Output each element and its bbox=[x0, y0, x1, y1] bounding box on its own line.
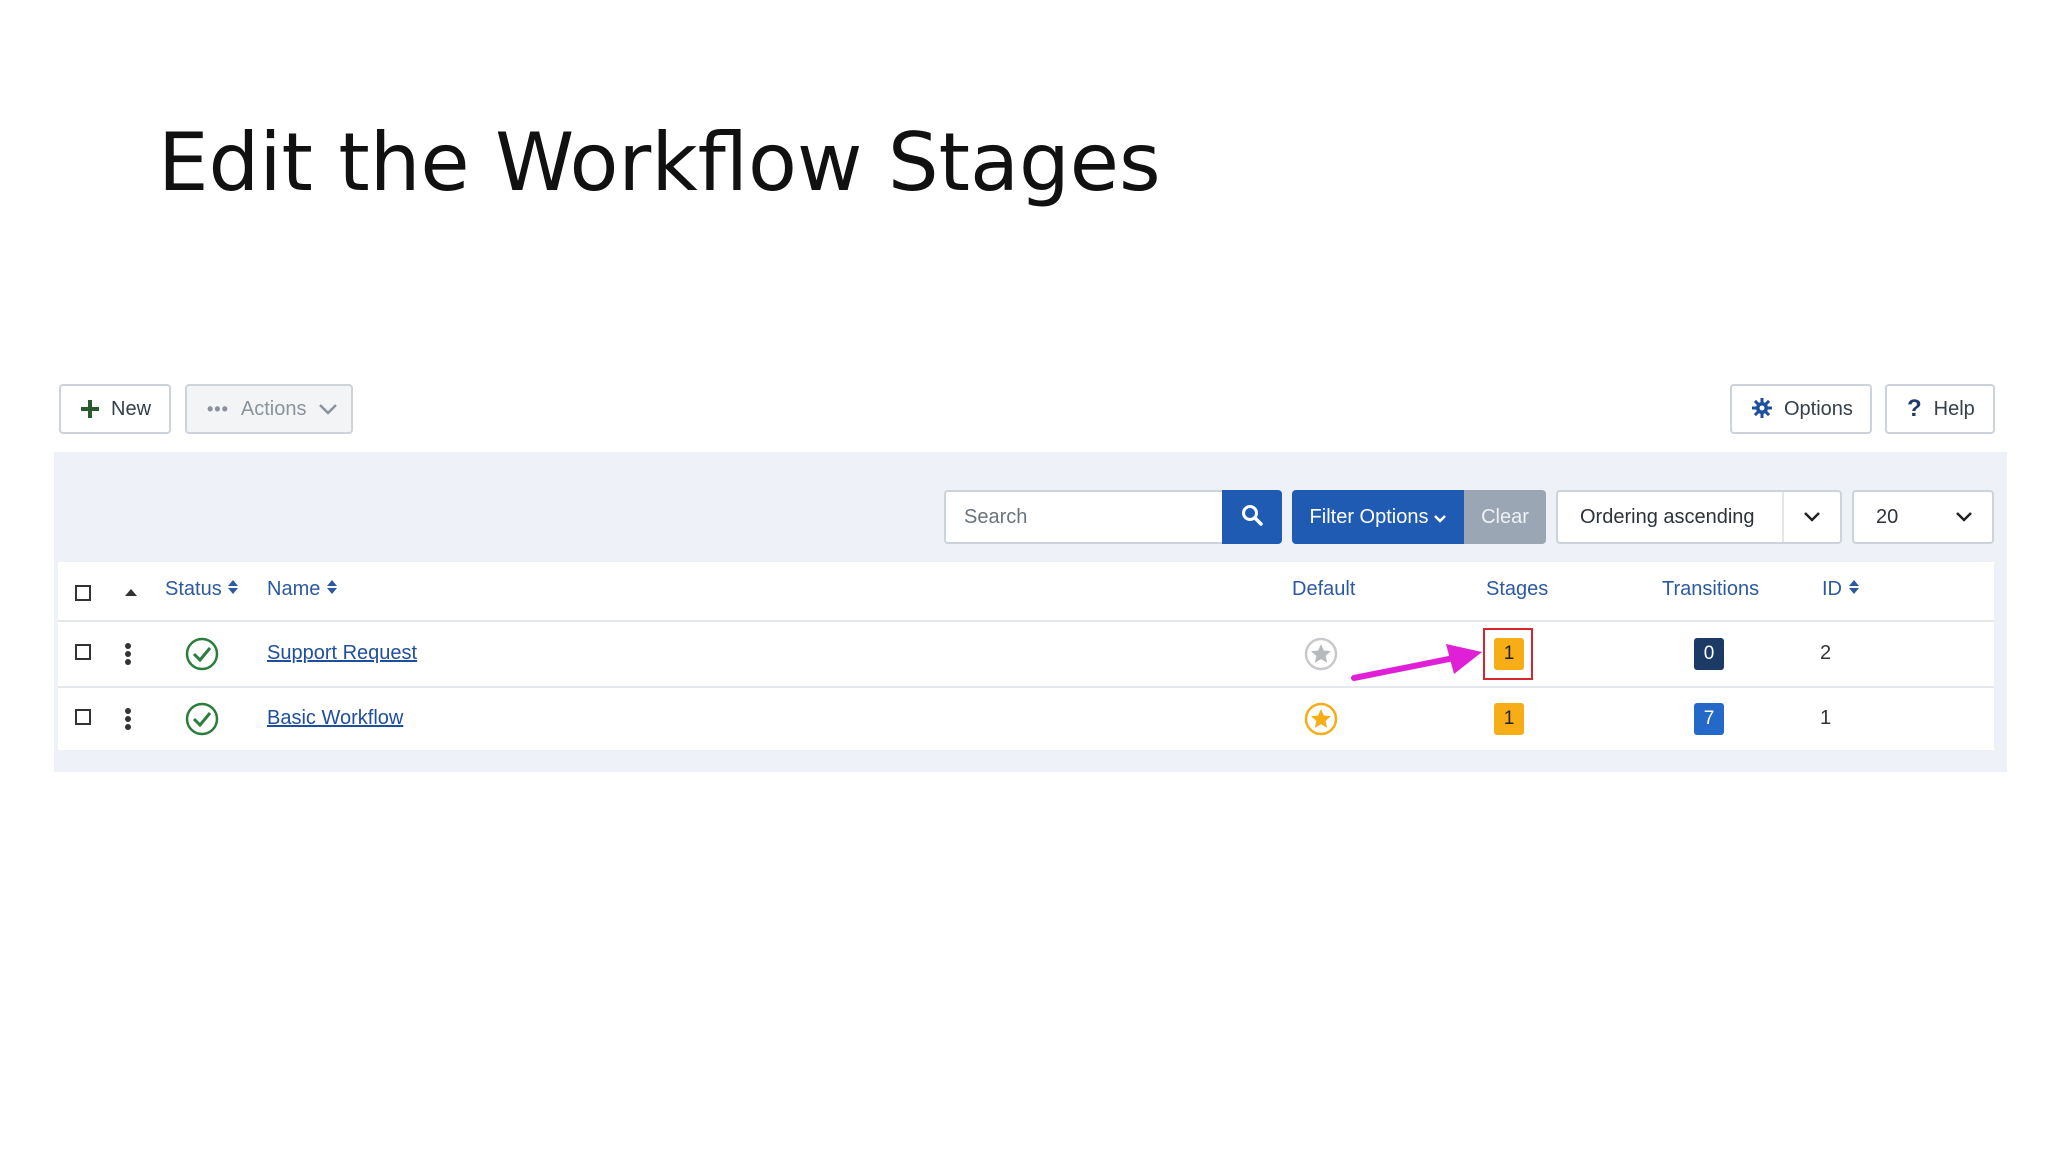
annotation-highlight-box bbox=[1483, 628, 1533, 680]
row-checkbox[interactable] bbox=[75, 644, 91, 660]
row-checkbox[interactable] bbox=[75, 709, 91, 725]
chevron-down-icon bbox=[1784, 492, 1840, 542]
id-header[interactable]: ID bbox=[1822, 578, 1860, 601]
row-divider bbox=[58, 686, 1994, 688]
options-button-label: Options bbox=[1784, 397, 1853, 420]
transitions-count-badge[interactable]: 0 bbox=[1694, 638, 1724, 670]
ordering-sort-toggle[interactable] bbox=[124, 580, 138, 603]
list-limit-value: 20 bbox=[1876, 505, 1899, 528]
filter-options-button[interactable]: Filter Options bbox=[1292, 490, 1464, 544]
workflow-name-link[interactable]: Support Request bbox=[267, 642, 417, 665]
chevron-down-icon bbox=[1434, 506, 1447, 529]
caret-up-icon bbox=[125, 589, 137, 596]
default-toggle[interactable] bbox=[1304, 702, 1338, 741]
default-toggle[interactable] bbox=[1304, 637, 1338, 676]
new-button-label: New bbox=[111, 397, 152, 420]
question-icon: ? bbox=[1907, 395, 1922, 422]
id-header-label: ID bbox=[1822, 578, 1842, 600]
id-cell: 2 bbox=[1820, 642, 1832, 664]
arrow-icon bbox=[1351, 644, 1482, 681]
search-placeholder: Search bbox=[964, 505, 1028, 528]
filter-options-label: Filter Options bbox=[1309, 505, 1429, 528]
help-button-label: Help bbox=[1933, 397, 1975, 420]
help-button[interactable]: ? Help bbox=[1885, 384, 1995, 434]
status-header-label: Status bbox=[165, 578, 222, 600]
name-header[interactable]: Name bbox=[267, 578, 338, 601]
star-icon bbox=[1304, 702, 1338, 736]
transitions-count-badge[interactable]: 7 bbox=[1694, 703, 1724, 735]
clear-button[interactable]: Clear bbox=[1464, 490, 1546, 544]
row-divider bbox=[58, 620, 1994, 622]
chevron-down-icon bbox=[1936, 492, 1992, 542]
default-header: Default bbox=[1292, 578, 1356, 600]
kebab-icon[interactable] bbox=[125, 708, 131, 732]
search-button[interactable] bbox=[1222, 490, 1282, 544]
workflow-name-link[interactable]: Basic Workflow bbox=[267, 707, 403, 730]
id-cell: 1 bbox=[1820, 707, 1832, 729]
gear-icon bbox=[1752, 394, 1772, 425]
select-all-checkbox[interactable] bbox=[75, 585, 91, 601]
ordering-select[interactable]: Ordering ascending bbox=[1556, 490, 1842, 544]
ordering-value: Ordering ascending bbox=[1580, 505, 1755, 528]
search-icon bbox=[1241, 504, 1263, 531]
search-input[interactable]: Search bbox=[944, 490, 1222, 544]
slide-title: Edit the Workflow Stages bbox=[158, 116, 1161, 209]
status-published-button[interactable] bbox=[185, 637, 219, 676]
options-button[interactable]: Options bbox=[1730, 384, 1872, 434]
stages-count-badge[interactable]: 1 bbox=[1494, 703, 1524, 735]
sort-icon bbox=[228, 580, 239, 594]
sort-icon bbox=[326, 580, 337, 594]
plus-icon bbox=[81, 394, 99, 425]
new-button[interactable]: New bbox=[59, 384, 171, 434]
check-circle-icon bbox=[185, 702, 219, 736]
chevron-down-icon bbox=[318, 398, 337, 421]
actions-button-label: Actions bbox=[240, 397, 307, 420]
status-published-button[interactable] bbox=[185, 702, 219, 741]
sort-icon bbox=[1848, 580, 1859, 594]
name-header-label: Name bbox=[267, 578, 321, 600]
list-limit-select[interactable]: 20 bbox=[1852, 490, 1994, 544]
status-header[interactable]: Status bbox=[165, 578, 239, 601]
transitions-header: Transitions bbox=[1662, 578, 1760, 600]
check-circle-icon bbox=[185, 637, 219, 671]
kebab-icon[interactable] bbox=[125, 643, 131, 667]
ellipsis-icon: ••• bbox=[207, 398, 229, 419]
stages-header: Stages bbox=[1486, 578, 1549, 600]
actions-button[interactable]: ••• Actions bbox=[185, 384, 353, 434]
star-icon bbox=[1304, 637, 1338, 671]
